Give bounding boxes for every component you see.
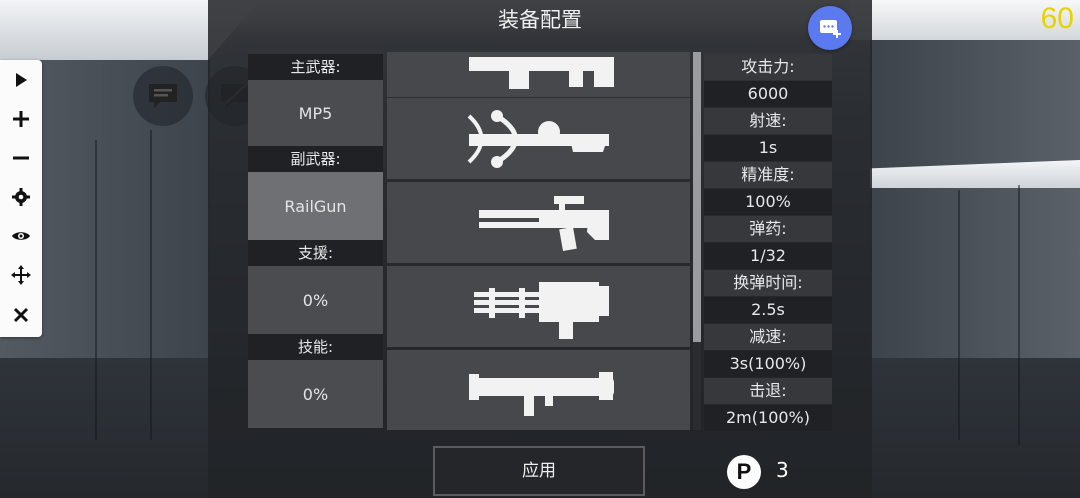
rifle-partial-icon	[468, 56, 614, 89]
railgun-icon	[478, 195, 609, 251]
add-message-icon	[820, 20, 841, 38]
secondary-weapon-slot[interactable]: RailGun	[248, 172, 383, 240]
stat-value: 1/32	[704, 243, 832, 269]
stat-value: 6000	[704, 81, 832, 107]
stat-value: 2.5s	[704, 297, 832, 323]
stat-label: 击退:	[704, 378, 832, 404]
weapon-item[interactable]	[387, 266, 690, 347]
stat-label: 射速:	[704, 108, 832, 134]
crossbow-icon	[467, 109, 609, 168]
skill-slot[interactable]: 0%	[248, 360, 383, 428]
eye-icon[interactable]	[0, 218, 42, 254]
add-chat-button[interactable]	[808, 6, 852, 50]
dialog-title: 装备配置	[498, 8, 582, 32]
stat-value: 3s(100%)	[704, 351, 832, 377]
stat-label: 精准度:	[704, 162, 832, 188]
minus-icon[interactable]	[0, 140, 42, 176]
points-icon: P	[727, 455, 761, 489]
move-icon[interactable]	[0, 257, 42, 293]
primary-weapon-label: 主武器:	[248, 54, 383, 80]
apply-button[interactable]: 应用	[433, 446, 645, 496]
secondary-weapon-label: 副武器:	[248, 146, 383, 172]
stat-value: 1s	[704, 135, 832, 161]
support-label: 支援:	[248, 240, 383, 266]
weapon-item[interactable]	[387, 52, 690, 97]
primary-weapon-slot[interactable]: MP5	[248, 80, 383, 146]
stat-value: 100%	[704, 189, 832, 215]
stat-value: 2m(100%)	[704, 405, 832, 431]
weapon-item[interactable]	[387, 350, 690, 430]
support-slot[interactable]: 0%	[248, 266, 383, 334]
stat-label: 弹药:	[704, 216, 832, 242]
left-toolbar	[0, 60, 42, 337]
gear-icon[interactable]	[0, 179, 42, 215]
skill-label: 技能:	[248, 334, 383, 360]
rocket-launcher-icon	[468, 371, 614, 416]
stat-label: 攻击力:	[704, 54, 832, 80]
plus-icon[interactable]	[0, 101, 42, 137]
stat-label: 减速:	[704, 324, 832, 350]
gatling-gun-icon	[473, 281, 609, 339]
weapon-item[interactable]	[387, 182, 690, 263]
points-value: 3	[776, 458, 789, 482]
stat-label: 换弹时间:	[704, 270, 832, 296]
play-icon[interactable]	[0, 62, 42, 98]
chat-bubble-icon[interactable]	[133, 66, 193, 126]
weapon-list	[387, 52, 690, 430]
close-icon[interactable]	[0, 297, 42, 333]
weapon-item[interactable]	[387, 98, 690, 179]
weapon-list-scrollbar[interactable]	[693, 52, 701, 430]
fps-counter: 60	[1040, 2, 1074, 35]
